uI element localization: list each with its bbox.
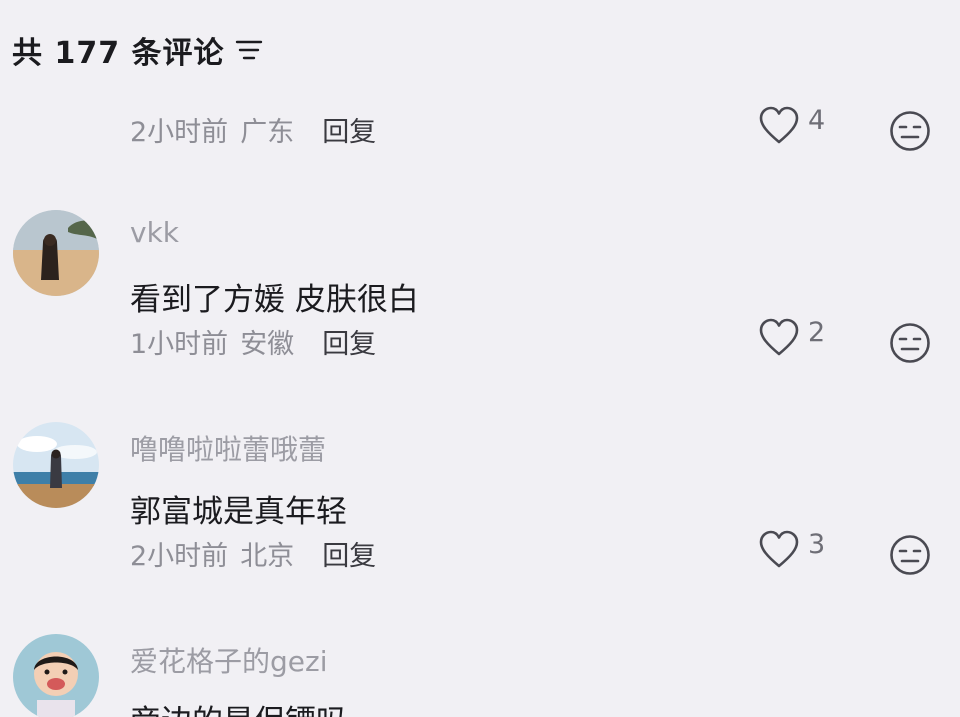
comment-username[interactable]: 噜噜啦啦蕾哦蕾 <box>130 428 326 468</box>
heart-outline-icon <box>759 106 799 144</box>
dislike-button[interactable] <box>889 110 931 152</box>
dislike-button[interactable] <box>889 534 931 576</box>
comment-location: 北京 <box>240 541 295 572</box>
comment-time: 1小时前 <box>130 329 229 360</box>
meh-face-icon <box>890 535 930 575</box>
comment-time: 2小时前 <box>130 541 229 572</box>
comment-content: 郭富城是真年轻 <box>130 494 347 530</box>
avatar[interactable] <box>13 210 99 296</box>
reply-button[interactable]: 回复 <box>322 322 376 361</box>
dislike-button[interactable] <box>889 322 931 364</box>
comment-location: 广东 <box>240 117 295 148</box>
like-button[interactable]: 2 <box>758 316 826 358</box>
heart-outline-icon <box>759 530 799 568</box>
comment-content: 看到了方媛 皮肤很白 <box>130 282 419 318</box>
like-count: 2 <box>808 316 826 348</box>
like-count: 4 <box>808 104 826 136</box>
avatar[interactable] <box>13 422 99 508</box>
reply-button[interactable]: 回复 <box>322 534 376 573</box>
avatar[interactable] <box>13 634 99 717</box>
filter-icon[interactable] <box>235 38 263 62</box>
like-button[interactable]: 3 <box>758 528 826 570</box>
comment-time: 2小时前 <box>130 117 229 148</box>
heart-outline-icon <box>759 318 799 356</box>
comment-username[interactable]: 爱花格子的gezi <box>130 640 327 680</box>
comment-meta: 2小时前 广东 回复 <box>130 110 376 149</box>
comment-meta: 2小时前 北京 回复 <box>130 534 376 573</box>
comments-panel: 共 177 条评论 2小时前 广东 回复 4 vkk 看到了方媛 皮肤很白 1小… <box>0 0 960 717</box>
meh-face-icon <box>890 111 930 151</box>
comment-meta: 1小时前 安徽 回复 <box>130 322 376 361</box>
comment-location: 安徽 <box>240 329 295 360</box>
comment-username[interactable]: vkk <box>130 216 179 249</box>
reply-button[interactable]: 回复 <box>322 110 376 149</box>
comments-header: 共 177 条评论 <box>12 28 263 72</box>
like-button[interactable]: 4 <box>758 104 826 146</box>
like-count: 3 <box>808 528 826 560</box>
comment-count-title: 共 177 条评论 <box>12 36 225 71</box>
comment-content: 旁边的是保镖吗 <box>130 696 347 717</box>
meh-face-icon <box>890 323 930 363</box>
